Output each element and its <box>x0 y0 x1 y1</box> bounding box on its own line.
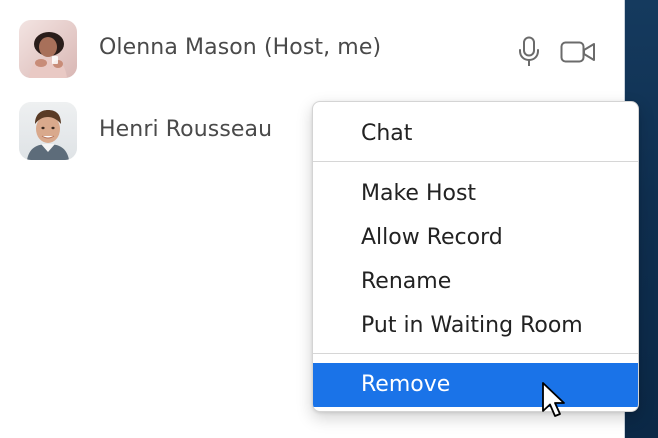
participant-context-menu: Chat Make Host Allow Record Rename Put i… <box>312 101 639 412</box>
menu-divider <box>313 161 638 162</box>
participant-row-olenna[interactable]: Olenna Mason (Host, me) <box>0 12 624 94</box>
menu-item-allow-record[interactable]: Allow Record <box>313 216 638 260</box>
menu-divider <box>313 353 638 354</box>
participant-name: Henri Rousseau <box>99 117 273 142</box>
participant-name: Olenna Mason (Host, me) <box>99 35 382 60</box>
menu-item-make-host[interactable]: Make Host <box>313 172 638 216</box>
avatar-henri <box>19 102 77 160</box>
menu-item-remove[interactable]: Remove <box>313 363 638 407</box>
avatar-olenna <box>19 20 77 78</box>
menu-item-put-in-waiting-room[interactable]: Put in Waiting Room <box>313 304 638 348</box>
video-camera-icon[interactable] <box>560 40 596 64</box>
menu-item-rename[interactable]: Rename <box>313 260 638 304</box>
menu-item-chat[interactable]: Chat <box>313 112 638 156</box>
microphone-icon[interactable] <box>518 36 540 68</box>
